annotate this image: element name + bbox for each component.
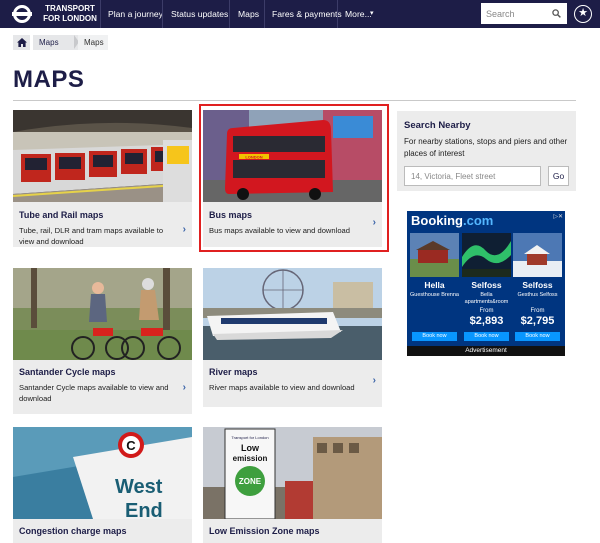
book-now-button[interactable]: Book now bbox=[515, 332, 560, 341]
go-button[interactable]: Go bbox=[548, 166, 569, 186]
price-from-label: From bbox=[530, 308, 545, 314]
nearby-location-input[interactable] bbox=[404, 166, 541, 186]
selection-highlight-box bbox=[199, 104, 389, 252]
breadcrumb-home[interactable] bbox=[13, 35, 30, 50]
card-title[interactable]: Tube and Rail maps bbox=[19, 210, 103, 220]
nav-divider bbox=[162, 0, 163, 28]
title-divider bbox=[13, 100, 576, 101]
lez-low-label: Low bbox=[241, 443, 260, 453]
logo-line-1: TRANSPORT bbox=[45, 4, 95, 13]
nav-plan-journey[interactable]: Plan a journey bbox=[108, 0, 163, 28]
hotel-name: Hella bbox=[424, 280, 445, 290]
card-title[interactable]: Congestion charge maps bbox=[19, 526, 127, 536]
advertisement-label: Advertisement bbox=[407, 346, 565, 356]
nav-more[interactable]: More... bbox=[345, 0, 372, 28]
nav-divider bbox=[264, 0, 265, 28]
ad-hotel-card[interactable]: Selfoss Bella apartments&room From $2,89… bbox=[462, 233, 511, 341]
breadcrumb-maps-link[interactable]: Maps bbox=[33, 35, 78, 50]
booking-advertisement[interactable]: Booking.com ▷✕ Hella Guesthouse Brenna B… bbox=[407, 211, 565, 356]
price-from-label: From bbox=[479, 308, 494, 314]
river-boat-photo bbox=[203, 268, 382, 360]
lez-emission-label: emission bbox=[233, 454, 268, 463]
card-description: Tube, rail, DLR and tram maps available … bbox=[19, 226, 164, 246]
hotel-name: Selfoss bbox=[522, 280, 553, 290]
breadcrumb-current: Maps bbox=[78, 35, 108, 50]
hotel-subtitle: Bella apartments&room bbox=[464, 292, 509, 305]
card-description: River maps available to view and downloa… bbox=[209, 383, 355, 392]
card-title[interactable]: River maps bbox=[209, 367, 258, 377]
card-low-emission-zone-maps[interactable]: Transport for London Low emission ZONE L… bbox=[203, 427, 382, 543]
nav-status-updates[interactable]: Status updates bbox=[171, 0, 228, 28]
lez-sign-top-label: Transport for London bbox=[231, 435, 268, 440]
card-title[interactable]: Santander Cycle maps bbox=[19, 367, 116, 377]
congestion-c-label: C bbox=[126, 438, 136, 453]
hotel-subtitle: Guesthouse Brenna bbox=[410, 292, 459, 298]
nav-divider bbox=[100, 0, 101, 28]
chevron-down-icon[interactable]: ▾ bbox=[370, 0, 374, 28]
tube-train-photo bbox=[13, 110, 192, 202]
home-icon bbox=[17, 38, 27, 47]
book-now-button[interactable]: Book now bbox=[412, 332, 457, 341]
booking-logo: Booking.com bbox=[411, 213, 494, 228]
aurora-photo bbox=[462, 233, 511, 277]
book-now-button[interactable]: Book now bbox=[464, 332, 509, 341]
card-tube-rail-maps[interactable]: Tube and Rail maps Tube, rail, DLR and t… bbox=[13, 110, 192, 247]
search-nearby-title: Search Nearby bbox=[404, 120, 471, 131]
sign-west-label: West bbox=[115, 476, 163, 498]
card-title[interactable]: Low Emission Zone maps bbox=[209, 526, 320, 536]
star-icon[interactable]: ★ bbox=[574, 5, 592, 23]
chevron-right-icon: › bbox=[182, 224, 186, 235]
hotel-price: $2,795 bbox=[520, 315, 555, 327]
nav-maps[interactable]: Maps bbox=[238, 0, 259, 28]
nav-divider bbox=[229, 0, 230, 28]
hotel-name: Selfoss bbox=[471, 280, 502, 290]
snow-house-photo bbox=[513, 233, 562, 277]
hotel-subtitle: Gesthus Selfoss bbox=[517, 292, 558, 298]
cyclists-photo bbox=[13, 268, 192, 360]
card-river-maps[interactable]: River maps River maps available to view … bbox=[203, 268, 382, 407]
chevron-right-icon: › bbox=[182, 382, 186, 393]
card-congestion-charge-maps[interactable]: C West End Congestion charge maps bbox=[13, 427, 192, 543]
logo-line-2: FOR LONDON bbox=[43, 14, 97, 23]
ad-hotel-card[interactable]: Selfoss Gesthus Selfoss From $2,795 Book… bbox=[513, 233, 562, 341]
hotel-price: $2,893 bbox=[469, 315, 504, 327]
ad-choices-icon[interactable]: ▷✕ bbox=[553, 213, 563, 220]
chevron-right-icon: › bbox=[372, 375, 376, 386]
card-santander-cycle-maps[interactable]: Santander Cycle maps Santander Cycle map… bbox=[13, 268, 192, 414]
ad-hotel-card[interactable]: Hella Guesthouse Brenna Book now bbox=[410, 233, 459, 341]
tfl-logo[interactable]: TRANSPORT FOR LONDON bbox=[12, 3, 103, 25]
top-nav-bar: TRANSPORT FOR LONDON Plan a journey Stat… bbox=[0, 0, 600, 28]
page-title: MAPS bbox=[13, 66, 85, 93]
congestion-sign-photo: C West End bbox=[13, 427, 192, 519]
roundel-icon bbox=[12, 5, 32, 23]
nav-divider bbox=[337, 0, 338, 28]
sign-end-label: End bbox=[125, 500, 163, 519]
search-nearby-description: For nearby stations, stops and piers and… bbox=[404, 137, 568, 158]
card-description: Santander Cycle maps available to view a… bbox=[19, 383, 169, 403]
lez-zone-label: ZONE bbox=[239, 477, 262, 486]
lez-sign-photo: Transport for London Low emission ZONE bbox=[203, 427, 382, 519]
hotel-photo bbox=[410, 233, 459, 277]
nav-fares-payments[interactable]: Fares & payments bbox=[272, 0, 342, 28]
search-icon[interactable] bbox=[552, 9, 561, 18]
